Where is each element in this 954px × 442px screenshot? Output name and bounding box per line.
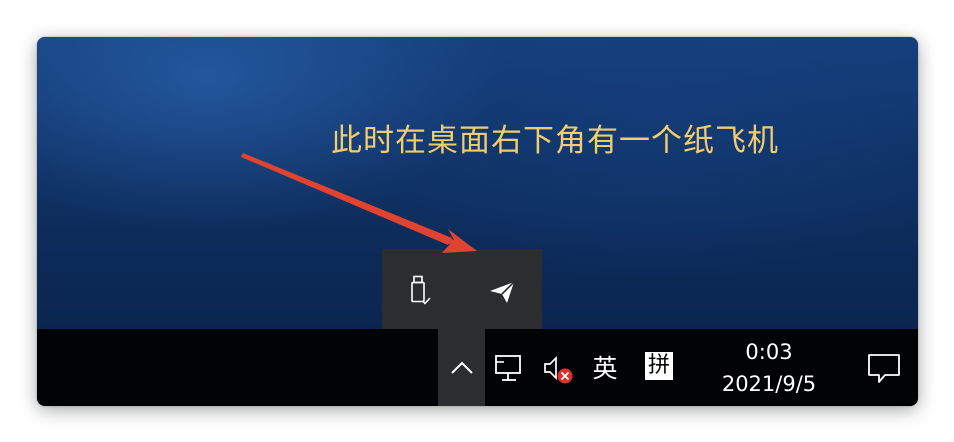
screenshot-frame: 此时在桌面右下角有一个纸飞机 英 拼 0:03 2021/9/5 — [37, 37, 918, 406]
clock-time: 0:03 — [745, 340, 793, 364]
ime-mode-indicator[interactable]: 拼 — [642, 349, 676, 383]
paper-plane-icon[interactable] — [482, 271, 522, 311]
chevron-up-icon — [450, 361, 473, 374]
hidden-icons-flyout — [382, 249, 542, 329]
annotation-caption: 此时在桌面右下角有一个纸飞机 — [331, 123, 779, 159]
usb-drive-icon[interactable] — [400, 271, 440, 311]
ime-mode-label: 拼 — [647, 353, 670, 378]
ime-mode-box: 拼 — [645, 352, 673, 380]
network-icon[interactable] — [491, 351, 531, 385]
notification-icon — [868, 354, 900, 383]
taskbar-clock[interactable]: 0:03 2021/9/5 — [699, 337, 839, 401]
ime-language-indicator[interactable]: 英 — [585, 347, 625, 387]
show-hidden-icons-button[interactable] — [438, 329, 485, 406]
clock-date: 2021/9/5 — [721, 372, 817, 396]
volume-muted-icon[interactable] — [537, 351, 577, 387]
taskbar: 英 拼 0:03 2021/9/5 — [37, 329, 918, 406]
action-center-button[interactable] — [861, 349, 907, 389]
